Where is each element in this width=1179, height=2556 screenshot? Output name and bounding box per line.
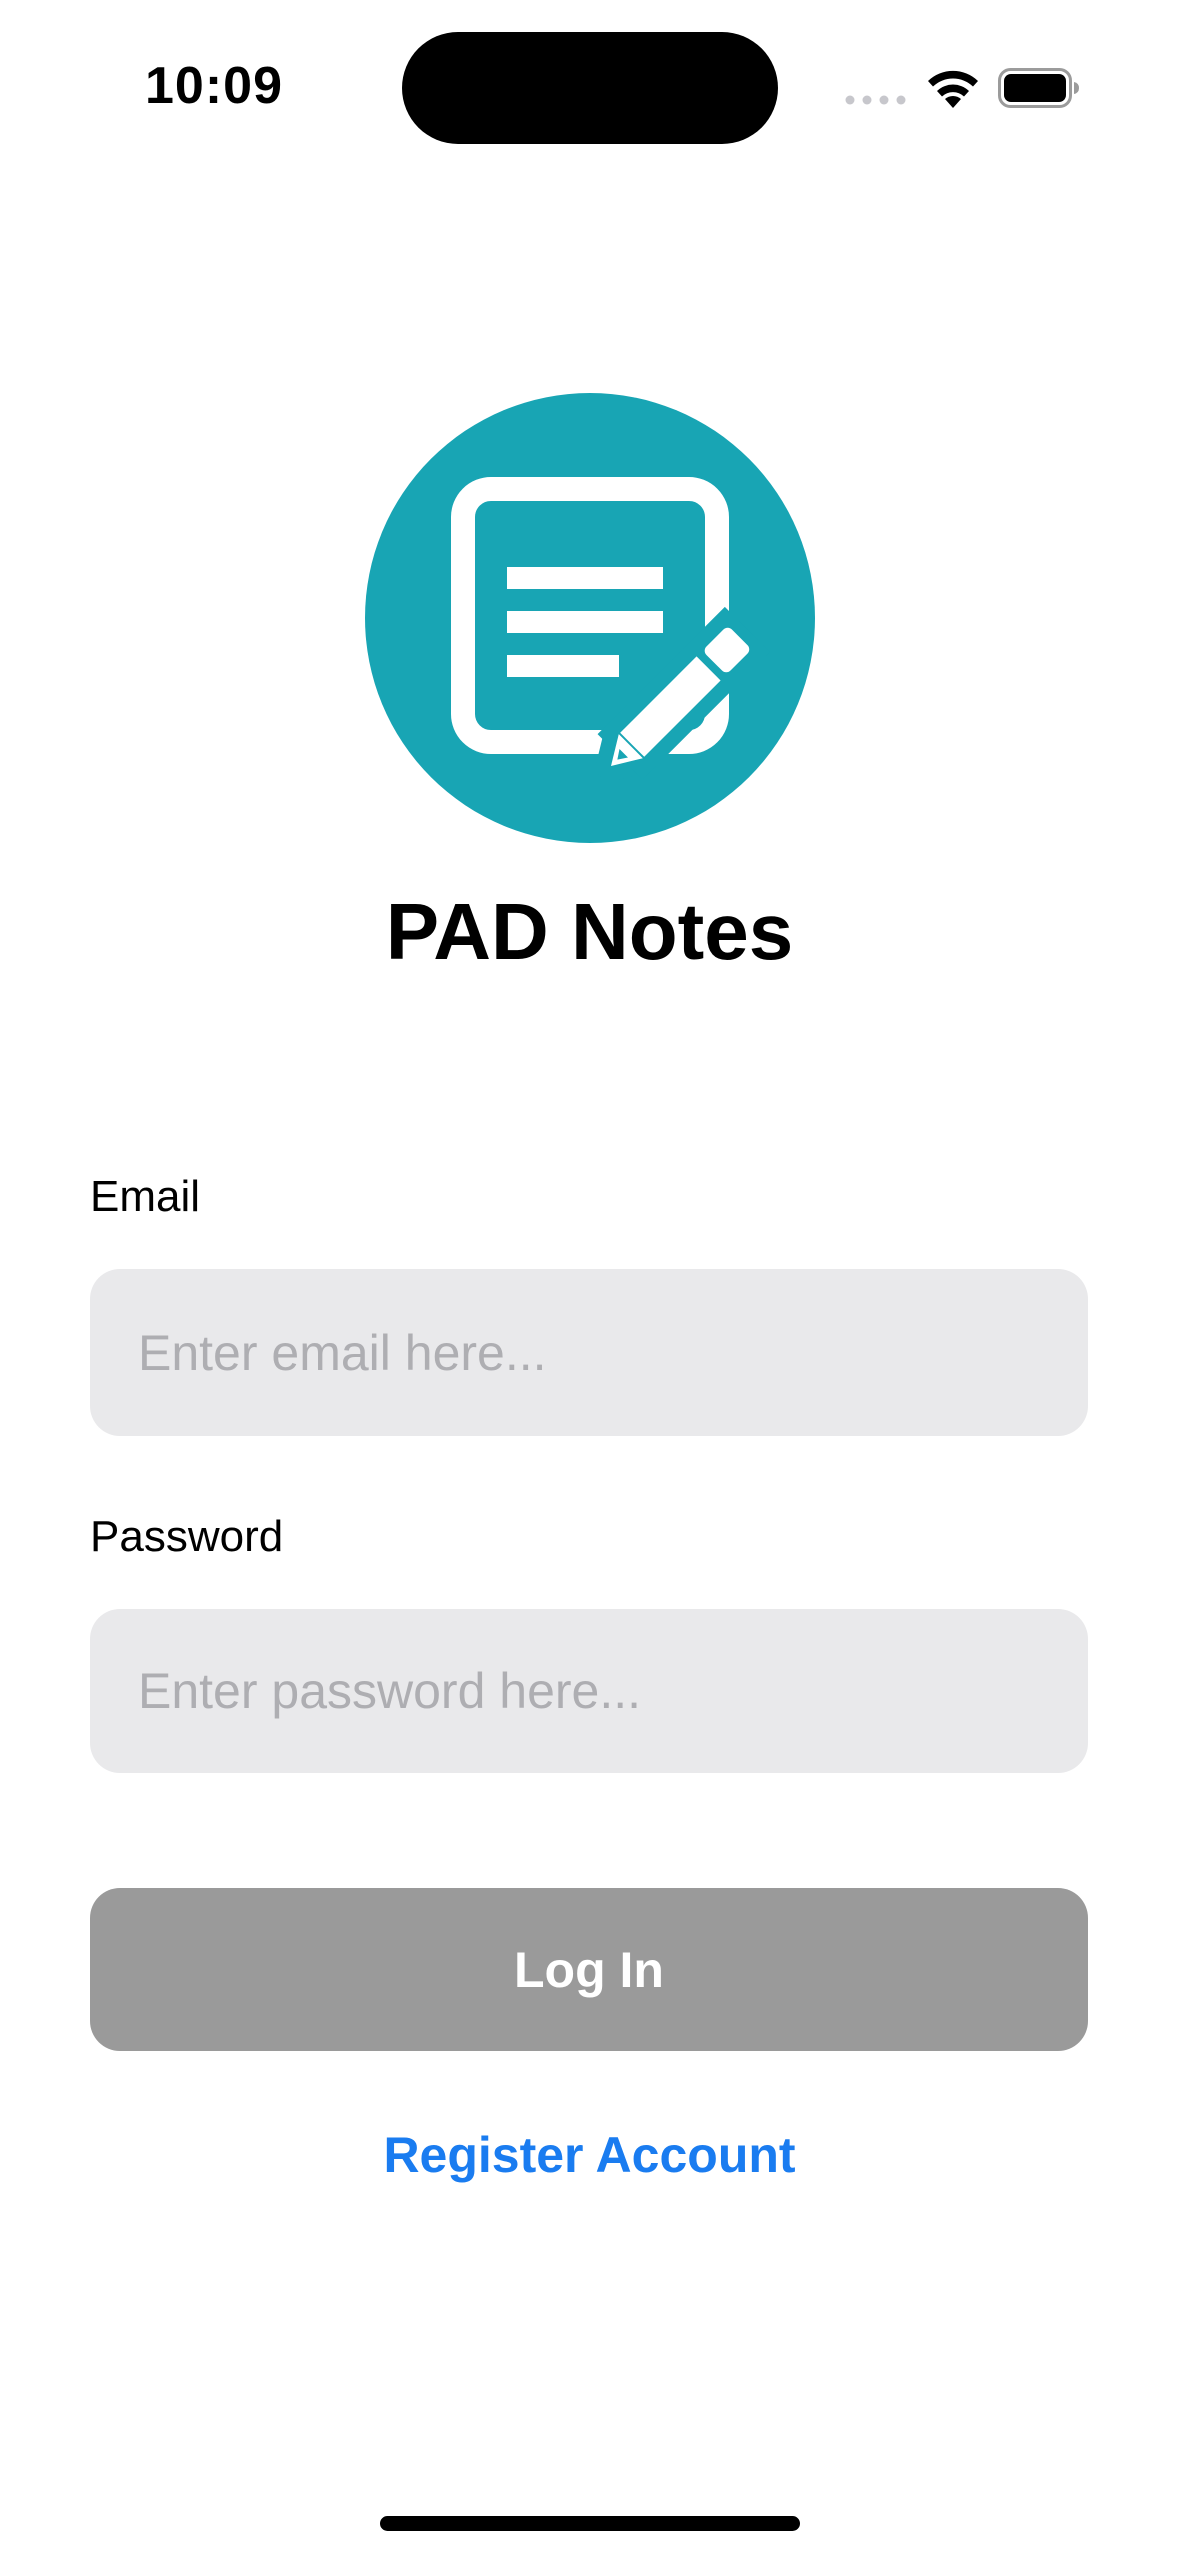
email-field[interactable]: [90, 1269, 1088, 1436]
email-label: Email: [90, 1172, 201, 1221]
register-account-link[interactable]: Register Account: [0, 2126, 1179, 2184]
status-time: 10:09: [145, 57, 283, 115]
app-title: PAD Notes: [385, 887, 794, 976]
password-label: Password: [90, 1512, 284, 1561]
status-bar: 10:09: [0, 0, 1179, 175]
battery-icon: [998, 68, 1079, 108]
login-button[interactable]: Log In: [90, 1888, 1088, 2051]
wifi-icon: [928, 70, 978, 108]
cellular-signal-icon: [845, 95, 906, 105]
home-indicator[interactable]: [380, 2516, 800, 2531]
password-field[interactable]: [90, 1609, 1088, 1773]
note-with-pencil-icon: [365, 393, 815, 843]
dynamic-island: [402, 32, 778, 144]
